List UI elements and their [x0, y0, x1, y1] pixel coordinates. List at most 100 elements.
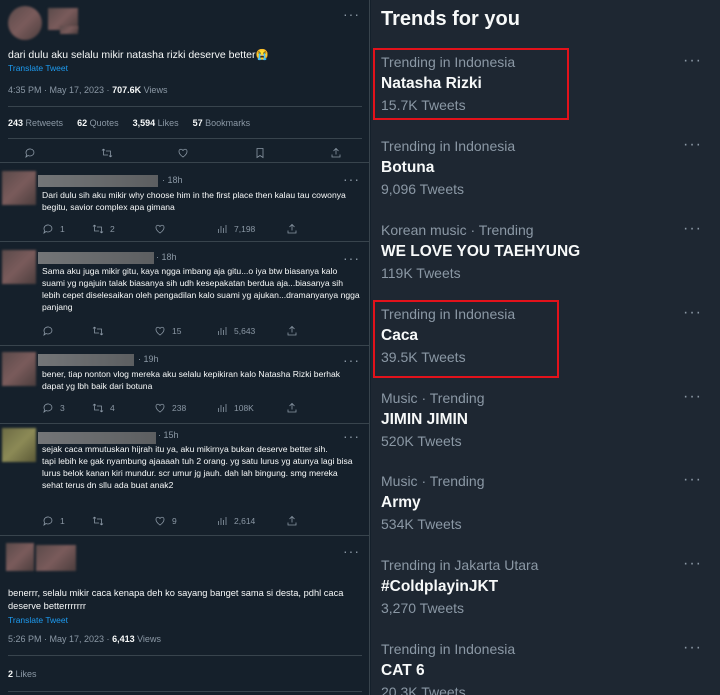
retweet-action[interactable]: 4: [92, 402, 154, 414]
views-action[interactable]: 5,643: [216, 325, 286, 337]
quotes-stat[interactable]: 62 Quotes: [77, 118, 119, 128]
more-options-icon[interactable]: ···: [683, 136, 702, 154]
trend-count: 520K Tweets: [381, 433, 462, 449]
trend-name: Army: [381, 494, 421, 511]
share-icon[interactable]: [330, 146, 342, 158]
views-action[interactable]: 2,614: [216, 515, 286, 527]
more-options-icon[interactable]: ···: [343, 250, 360, 266]
retweet-action[interactable]: [92, 515, 154, 527]
translate-tweet-link[interactable]: Translate Tweet: [8, 615, 68, 625]
trend-item[interactable]: Trending in Indonesia Botuna 9,096 Tweet…: [371, 132, 720, 216]
reply-action[interactable]: 3: [42, 402, 92, 414]
likes-label: Likes: [13, 669, 37, 679]
main-tweet[interactable]: ··· dari dulu aku selalu mikir natasha r…: [0, 0, 369, 163]
like-action[interactable]: [154, 223, 216, 235]
author-name[interactable]: [38, 252, 154, 264]
view-count: 5,643: [234, 326, 256, 336]
reply-action[interactable]: [42, 325, 92, 337]
views-action[interactable]: 108K: [216, 402, 286, 414]
avatar[interactable]: [2, 250, 36, 284]
reply-icon: [42, 402, 54, 414]
reply-time[interactable]: · 15h: [158, 430, 179, 440]
retweet-action[interactable]: [92, 325, 154, 337]
share-icon: [286, 223, 298, 235]
share-icon: [286, 402, 298, 414]
views-icon: [216, 515, 228, 527]
divider: [8, 655, 362, 656]
more-options-icon[interactable]: ···: [683, 304, 702, 322]
more-options-icon[interactable]: ···: [343, 352, 360, 368]
trend-item[interactable]: Music · Trending Army 534K Tweets ···: [371, 467, 720, 551]
reply-text: bener, tiap nonton vlog mereka aku selal…: [42, 369, 341, 391]
reply-count: 3: [60, 403, 65, 413]
view-count: 7,198: [234, 224, 256, 234]
trend-item[interactable]: Trending in Indonesia CAT 6 20.3K Tweets…: [371, 635, 720, 695]
more-options-icon[interactable]: ···: [683, 388, 702, 406]
more-options-icon[interactable]: ···: [343, 6, 360, 22]
reply-action[interactable]: 1: [42, 515, 92, 527]
tweet-timestamp[interactable]: 4:35 PM · May 17, 2023 ·: [8, 85, 112, 95]
trend-name: WE LOVE YOU TAEHYUNG: [381, 243, 581, 260]
like-icon[interactable]: [177, 146, 189, 158]
reply-icon[interactable]: [24, 146, 36, 158]
share-icon: [286, 325, 298, 337]
bookmarks-stat[interactable]: 57 Bookmarks: [193, 118, 251, 128]
more-options-icon[interactable]: ···: [683, 639, 702, 657]
more-options-icon[interactable]: ···: [683, 220, 702, 238]
likes-stat[interactable]: 3,594 Likes: [133, 118, 179, 128]
translate-tweet-link[interactable]: Translate Tweet: [8, 63, 68, 73]
retweet-action[interactable]: 2: [92, 223, 154, 235]
more-options-icon[interactable]: ···: [343, 428, 360, 444]
trend-count: 3,270 Tweets: [381, 600, 465, 616]
quote-tweet[interactable]: ··· benerrr, selalu mikir caca kenapa de…: [0, 535, 369, 695]
trends-title: Trends for you: [381, 8, 520, 30]
like-action[interactable]: 15: [154, 325, 216, 337]
reply-action[interactable]: 1: [42, 223, 92, 235]
avatar[interactable]: [8, 6, 42, 40]
avatar[interactable]: [2, 352, 36, 386]
views-action[interactable]: 7,198: [216, 223, 286, 235]
avatar[interactable]: [6, 543, 34, 571]
tweet-timestamp[interactable]: 5:26 PM · May 17, 2023 ·: [8, 634, 112, 644]
like-action[interactable]: 238: [154, 402, 216, 414]
reply-text: sejak caca mmutuskan hijrah itu ya, aku …: [42, 444, 353, 490]
reply-time[interactable]: · 18h: [156, 252, 177, 262]
reply-tweet[interactable]: · 18h ··· Dari dulu sih aku mikir why ch…: [0, 163, 369, 242]
reply-tweet[interactable]: · 18h ··· Sama aku juga mikir gitu, kaya…: [0, 242, 369, 346]
more-options-icon[interactable]: ···: [683, 471, 702, 489]
author-name[interactable]: [38, 175, 158, 187]
like-count: 15: [172, 326, 182, 336]
reply-icon: [42, 515, 54, 527]
reply-count: 1: [60, 224, 65, 234]
trend-item[interactable]: Korean music · Trending WE LOVE YOU TAEH…: [371, 216, 720, 300]
trend-count: 119K Tweets: [381, 265, 461, 281]
share-action[interactable]: [286, 325, 298, 337]
views-icon: [216, 402, 228, 414]
more-options-icon[interactable]: ···: [343, 543, 360, 559]
more-options-icon[interactable]: ···: [683, 555, 702, 573]
likes-stat[interactable]: 2 Likes: [8, 669, 37, 679]
reply-time[interactable]: · 18h: [162, 175, 183, 185]
reply-icon: [42, 223, 54, 235]
avatar[interactable]: [2, 171, 36, 205]
retweet-icon: [92, 515, 104, 527]
more-options-icon[interactable]: ···: [683, 52, 702, 70]
author-name[interactable]: [36, 545, 76, 571]
avatar[interactable]: [2, 428, 36, 462]
reply-tweet[interactable]: · 19h ··· bener, tiap nonton vlog mereka…: [0, 346, 369, 424]
retweet-icon[interactable]: [101, 146, 113, 158]
share-action[interactable]: [286, 223, 298, 235]
share-action[interactable]: [286, 515, 298, 527]
retweets-stat[interactable]: 243 Retweets: [8, 118, 63, 128]
tweet-meta: 5:26 PM · May 17, 2023 · 6,413 Views: [8, 634, 161, 644]
share-icon: [286, 515, 298, 527]
author-name[interactable]: [38, 354, 134, 366]
reply-tweet[interactable]: · 15h ··· sejak caca mmutuskan hijrah it…: [0, 424, 369, 536]
trend-item[interactable]: Trending in Jakarta Utara #ColdplayinJKT…: [371, 551, 720, 635]
trend-item[interactable]: Music · Trending JIMIN JIMIN 520K Tweets…: [371, 384, 720, 468]
reply-time[interactable]: · 19h: [138, 354, 159, 364]
like-action[interactable]: 9: [154, 515, 216, 527]
share-action[interactable]: [286, 402, 298, 414]
more-options-icon[interactable]: ···: [343, 171, 360, 187]
bookmark-icon[interactable]: [254, 146, 266, 159]
